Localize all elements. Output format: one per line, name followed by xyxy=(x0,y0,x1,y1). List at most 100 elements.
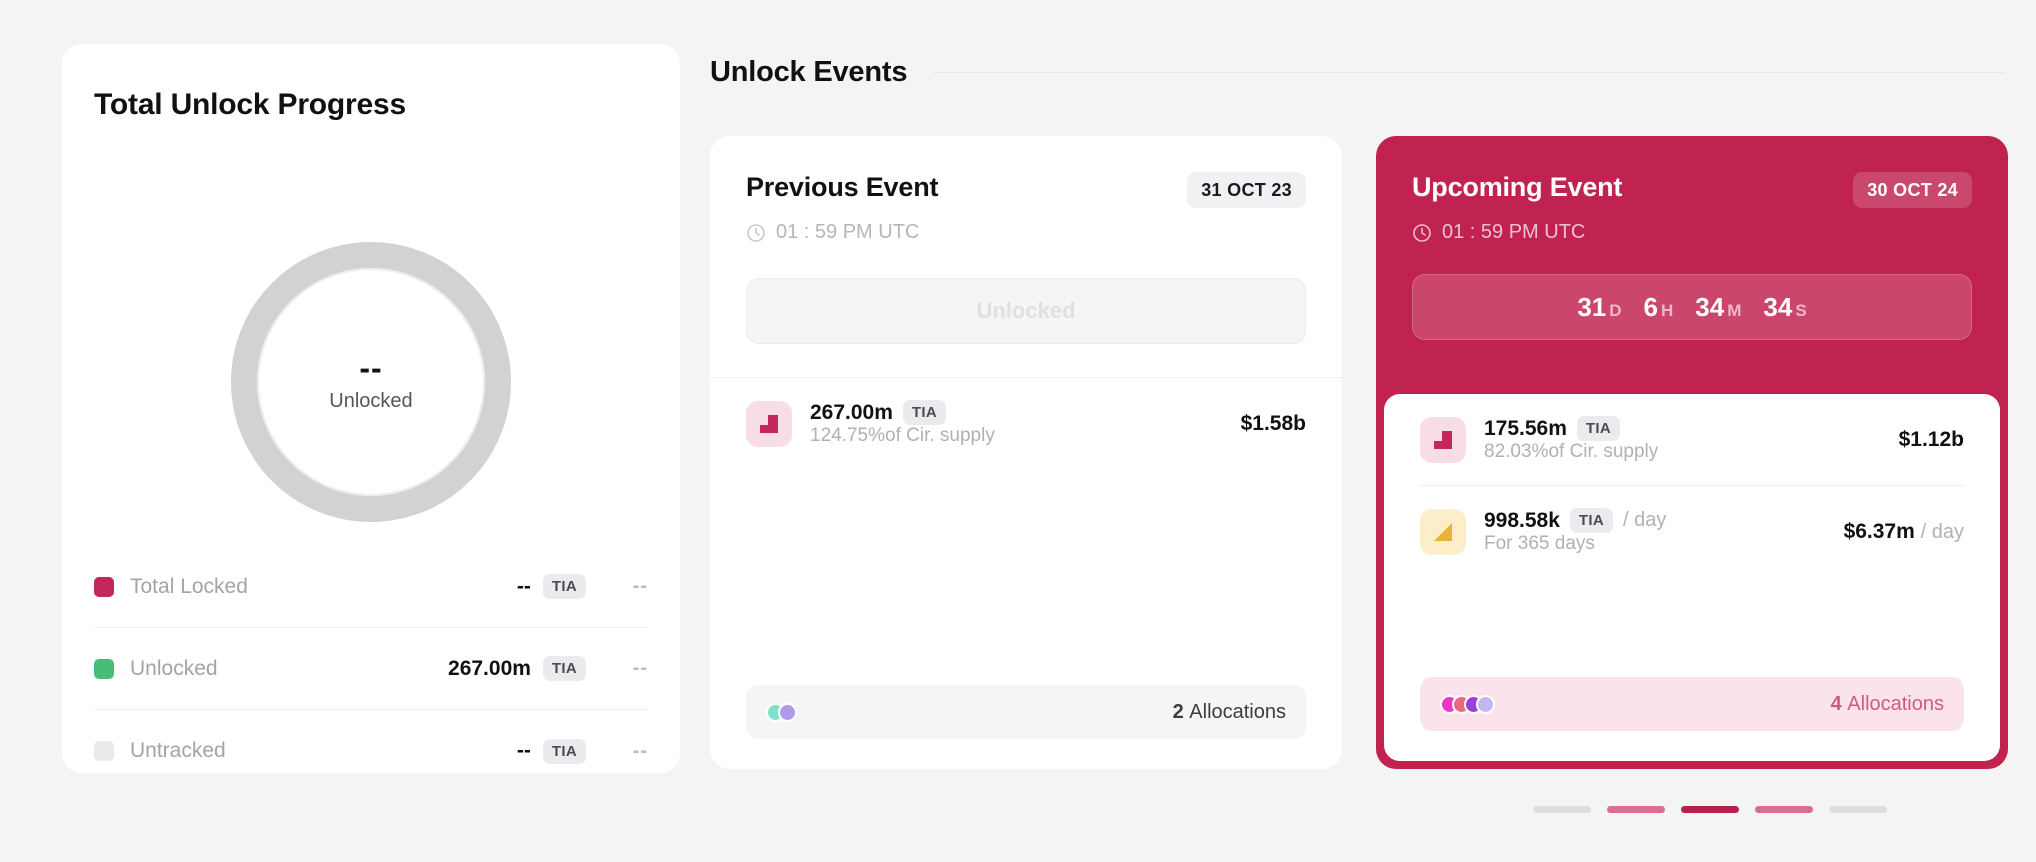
allocation-count-label: Allocations xyxy=(1189,700,1286,723)
cliff-unlock-icon xyxy=(746,400,792,447)
detail-subtitle: 124.75%of Cir. supply xyxy=(810,425,995,446)
countdown-hours: 6H xyxy=(1644,292,1674,323)
legend-percent: -- xyxy=(632,657,648,679)
ticker-chip: TIA xyxy=(902,400,946,425)
upcoming-event-head: Upcoming Event 30 OCT 24 01 : 59 PM UTC xyxy=(1376,136,2008,244)
countdown-hours-value: 6 xyxy=(1643,291,1659,322)
legend-amount: -- xyxy=(516,739,531,762)
detail-usd-value: $6.37m / day xyxy=(1844,520,1964,544)
detail-subtitle: 82.03%of Cir. supply xyxy=(1484,441,1659,462)
ticker-chip: TIA xyxy=(542,574,586,599)
legend-row-untracked[interactable]: Untracked -- TIA -- xyxy=(94,710,648,792)
detail-row[interactable]: 267.00m TIA 124.75%of Cir. supply $1.58b xyxy=(746,378,1306,469)
countdown-minutes-value: 34 xyxy=(1695,291,1725,322)
pagination-bar-5[interactable] xyxy=(1829,806,1887,813)
clock-icon xyxy=(747,223,765,242)
clock-icon xyxy=(1413,223,1431,242)
countdown-minutes: 34 M xyxy=(1695,292,1741,323)
detail-amount: 175.56m xyxy=(1484,416,1567,440)
legend-row-unlocked[interactable]: Unlocked 267.00m TIA -- xyxy=(94,628,648,710)
carousel-pagination[interactable] xyxy=(1533,806,1887,813)
upcoming-event-time-text: 01 : 59 PM UTC xyxy=(1442,221,1586,243)
countdown-seconds-unit: S xyxy=(1795,300,1807,320)
detail-amount: 998.58k xyxy=(1484,508,1560,532)
ticker-chip: TIA xyxy=(542,738,586,764)
countdown-days: 31 D xyxy=(1577,292,1621,323)
countdown-timer: 31 D 6H 34 M 34 S xyxy=(1412,274,1972,340)
legend-label: Total Locked xyxy=(130,574,248,598)
legend-percent: -- xyxy=(632,575,648,597)
previous-event-time: 01 : 59 PM UTC xyxy=(746,221,1306,244)
legend-label: Untracked xyxy=(130,739,226,762)
upcoming-event-details: 175.56m TIA 82.03%of Cir. supply $1.12b xyxy=(1384,394,2000,577)
donut-center-label: -- Unlocked xyxy=(231,242,511,522)
donut-value: -- xyxy=(359,349,383,386)
linear-vesting-icon xyxy=(1420,508,1466,555)
event-cards-row: Previous Event 31 OCT 23 01 : 59 PM UTC … xyxy=(710,136,2008,769)
legend-row-total-locked[interactable]: Total Locked -- TIA -- xyxy=(94,546,648,628)
page-title: Total Unlock Progress xyxy=(94,88,406,121)
allocation-count-number: 4 xyxy=(1830,692,1842,715)
legend-swatch-unlocked xyxy=(94,658,114,679)
ticker-chip: TIA xyxy=(1576,416,1620,441)
allocation-count-label: Allocations xyxy=(1847,692,1944,715)
detail-rate-suffix: / day xyxy=(1623,509,1667,531)
legend-label: Unlocked xyxy=(130,656,218,680)
cliff-unlock-icon xyxy=(1420,416,1466,463)
legend-percent: -- xyxy=(632,739,648,762)
unlock-events-header: Unlock Events xyxy=(710,56,2004,89)
allocation-dot xyxy=(1476,694,1495,714)
legend-amount: 267.00m xyxy=(448,656,531,680)
upcoming-event-body: 175.56m TIA 82.03%of Cir. supply $1.12b xyxy=(1384,394,2000,761)
allocation-count-number: 2 xyxy=(1172,700,1184,723)
detail-usd-amount: $6.37m xyxy=(1843,519,1915,543)
pagination-bar-4[interactable] xyxy=(1755,806,1813,813)
allocation-dots xyxy=(1440,694,1495,714)
detail-row[interactable]: 175.56m TIA 82.03%of Cir. supply $1.12b xyxy=(1420,394,1964,485)
previous-event-title: Previous Event xyxy=(746,172,939,202)
countdown-hours-unit: H xyxy=(1661,300,1674,320)
pagination-bar-3-active[interactable] xyxy=(1681,806,1739,813)
detail-amount: 267.00m xyxy=(810,400,893,424)
unlock-legend: Total Locked -- TIA -- Unlocked 267.00m … xyxy=(94,546,648,792)
previous-event-date-chip: 31 OCT 23 xyxy=(1187,172,1306,208)
detail-subtitle: For 365 days xyxy=(1484,533,1595,554)
countdown-days-unit: D xyxy=(1609,300,1622,320)
countdown-seconds: 34 S xyxy=(1763,292,1806,323)
ticker-chip: TIA xyxy=(542,656,586,681)
section-title: Unlock Events xyxy=(710,56,908,88)
detail-usd-value: $1.58b xyxy=(1240,411,1306,435)
ticker-chip: TIA xyxy=(1569,508,1613,533)
countdown-seconds-value: 34 xyxy=(1763,291,1793,322)
previous-event-status: Unlocked xyxy=(746,278,1306,344)
upcoming-event-date-chip: 30 OCT 24 xyxy=(1853,172,1972,208)
previous-event-card[interactable]: Previous Event 31 OCT 23 01 : 59 PM UTC … xyxy=(710,136,1342,769)
previous-event-details: 267.00m TIA 124.75%of Cir. supply $1.58b xyxy=(710,378,1342,469)
header-divider xyxy=(933,72,2004,73)
legend-swatch-untracked xyxy=(94,741,114,761)
upcoming-event-time: 01 : 59 PM UTC xyxy=(1412,221,1972,244)
unlock-progress-donut: -- Unlocked xyxy=(231,242,511,522)
previous-event-allocations[interactable]: 2 Allocations xyxy=(746,685,1306,739)
upcoming-event-allocations[interactable]: 4 Allocations xyxy=(1420,677,1964,731)
countdown-days-value: 31 xyxy=(1577,291,1607,322)
detail-usd-value: $1.12b xyxy=(1898,427,1964,451)
pagination-bar-1[interactable] xyxy=(1533,806,1591,813)
allocation-count: 2 Allocations xyxy=(1173,701,1286,724)
allocation-count: 4 Allocations xyxy=(1831,693,1944,716)
detail-row[interactable]: 998.58k TIA / day For 365 days $6.37m / … xyxy=(1420,485,1964,577)
countdown-minutes-unit: M xyxy=(1727,300,1742,320)
legend-amount: -- xyxy=(516,574,531,598)
allocation-dots xyxy=(766,702,797,722)
upcoming-event-title: Upcoming Event xyxy=(1412,172,1623,202)
previous-event-time-text: 01 : 59 PM UTC xyxy=(776,221,920,243)
upcoming-event-card[interactable]: Upcoming Event 30 OCT 24 01 : 59 PM UTC … xyxy=(1376,136,2008,769)
total-unlock-progress-card: Total Unlock Progress -- Unlocked Total … xyxy=(62,44,680,773)
unlock-dashboard-page: Total Unlock Progress -- Unlocked Total … xyxy=(0,0,2036,862)
legend-swatch-total-locked xyxy=(94,576,114,597)
previous-event-head: Previous Event 31 OCT 23 01 : 59 PM UTC xyxy=(710,136,1342,244)
detail-usd-suffix: / day xyxy=(1920,520,1964,543)
donut-label: Unlocked xyxy=(329,389,413,412)
allocation-dot xyxy=(778,702,797,722)
pagination-bar-2[interactable] xyxy=(1607,806,1665,813)
